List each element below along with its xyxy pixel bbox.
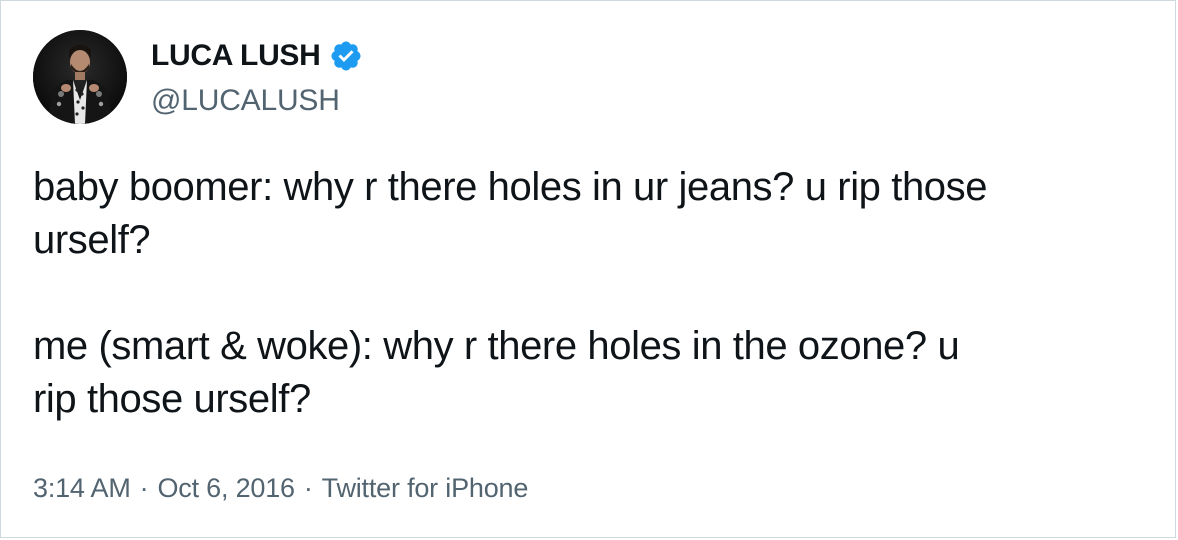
avatar-image (33, 30, 127, 124)
meta-separator: · (303, 473, 313, 503)
user-handle[interactable]: @LUCALUSH (151, 83, 363, 119)
tweet-text-line: urself? (33, 218, 151, 262)
meta-separator: · (139, 473, 149, 503)
tweet-date[interactable]: Oct 6, 2016 (157, 473, 295, 504)
tweet-metadata: 3:14 AM · Oct 6, 2016 · Twitter for iPho… (33, 473, 528, 504)
tweet-time[interactable]: 3:14 AM (33, 473, 131, 504)
display-name[interactable]: LUCA LUSH (151, 39, 321, 73)
tweet-card: LUCA LUSH @LUCALUSH baby boomer: why r t… (0, 0, 1176, 538)
name-row: LUCA LUSH (151, 39, 363, 73)
avatar[interactable] (33, 30, 127, 124)
tweet-source[interactable]: Twitter for iPhone (322, 473, 529, 504)
verified-badge-icon (329, 39, 363, 73)
tweet-text: baby boomer: why r there holes in ur jea… (33, 161, 1153, 426)
user-info: LUCA LUSH @LUCALUSH (151, 30, 363, 124)
tweet-text-line: rip those urself? (33, 377, 311, 421)
tweet-text-line: baby boomer: why r there holes in ur jea… (33, 165, 988, 209)
tweet-text-line: me (smart & woke): why r there holes in … (33, 324, 960, 368)
tweet-header: LUCA LUSH @LUCALUSH (33, 27, 363, 127)
